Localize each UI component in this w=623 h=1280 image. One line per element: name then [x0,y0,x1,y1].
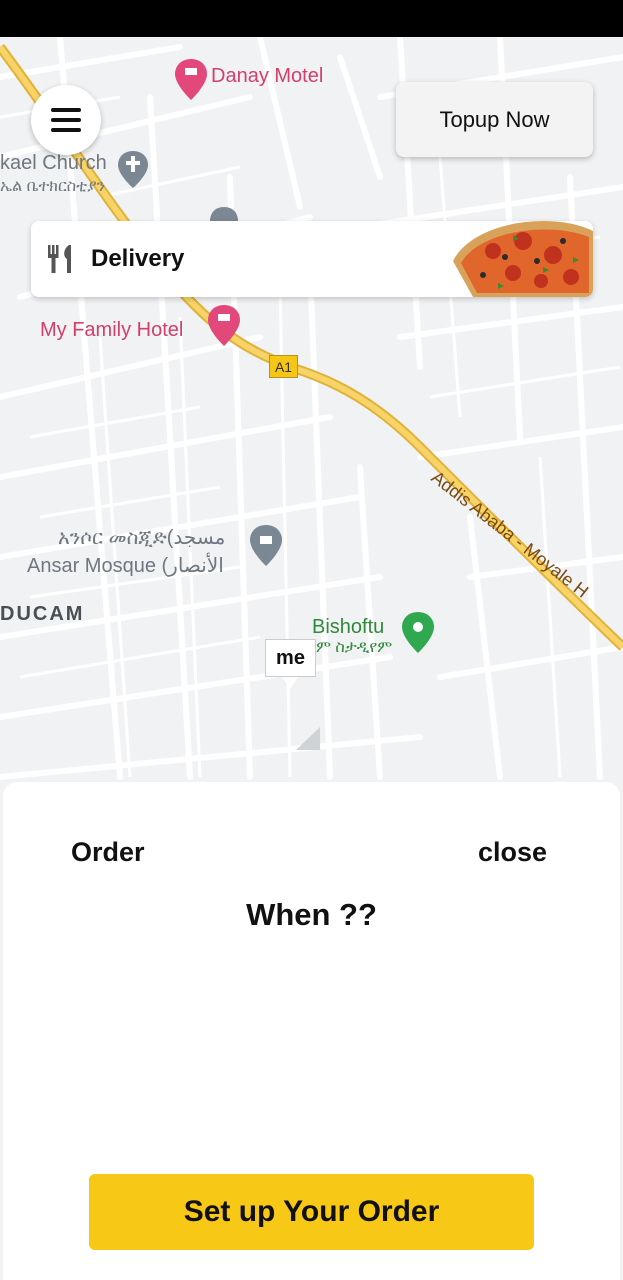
order-sheet: Order close When ?? Set up Your Order [3,782,620,1280]
map-label-mosque-amharic: አንሶር መስጂድ(مسجد [58,527,226,549]
topup-button[interactable]: Topup Now [396,82,593,157]
delivery-label: Delivery [91,245,185,272]
when-heading: When ?? [246,897,377,932]
map-label-church: kael Church [0,152,107,174]
map-label-church-amharic: ኤል ቤተክርስቲያን [0,178,106,195]
map-label-bishoftu: Bishoftu [312,616,385,638]
road-shield: A1 [269,355,298,378]
map-label-district: DUCAM [0,603,85,625]
map-label-family-hotel: My Family Hotel [40,319,184,341]
delivery-card[interactable]: Delivery [31,221,593,297]
menu-button[interactable] [31,85,101,155]
fork-knife-icon [48,245,71,273]
me-marker[interactable]: me [265,639,316,677]
hotel-pin-icon [175,59,207,100]
bishoftu-pin-icon [402,612,434,653]
pizza-image [453,221,593,297]
church-pin-icon [118,151,148,188]
close-button[interactable]: close [478,837,547,868]
map-label-danay-motel: Danay Motel [211,65,324,87]
map-label-bishoftu-amharic: ም ስታዲየም [316,639,393,656]
setup-order-button[interactable]: Set up Your Order [89,1174,534,1250]
me-marker-tail [282,677,298,689]
status-bar [0,0,623,37]
map-label-mosque: Ansar Mosque (الأنصار [27,555,224,577]
mosque-pin-icon [250,525,282,566]
hamburger-icon [51,108,81,132]
order-title: Order [71,837,145,867]
